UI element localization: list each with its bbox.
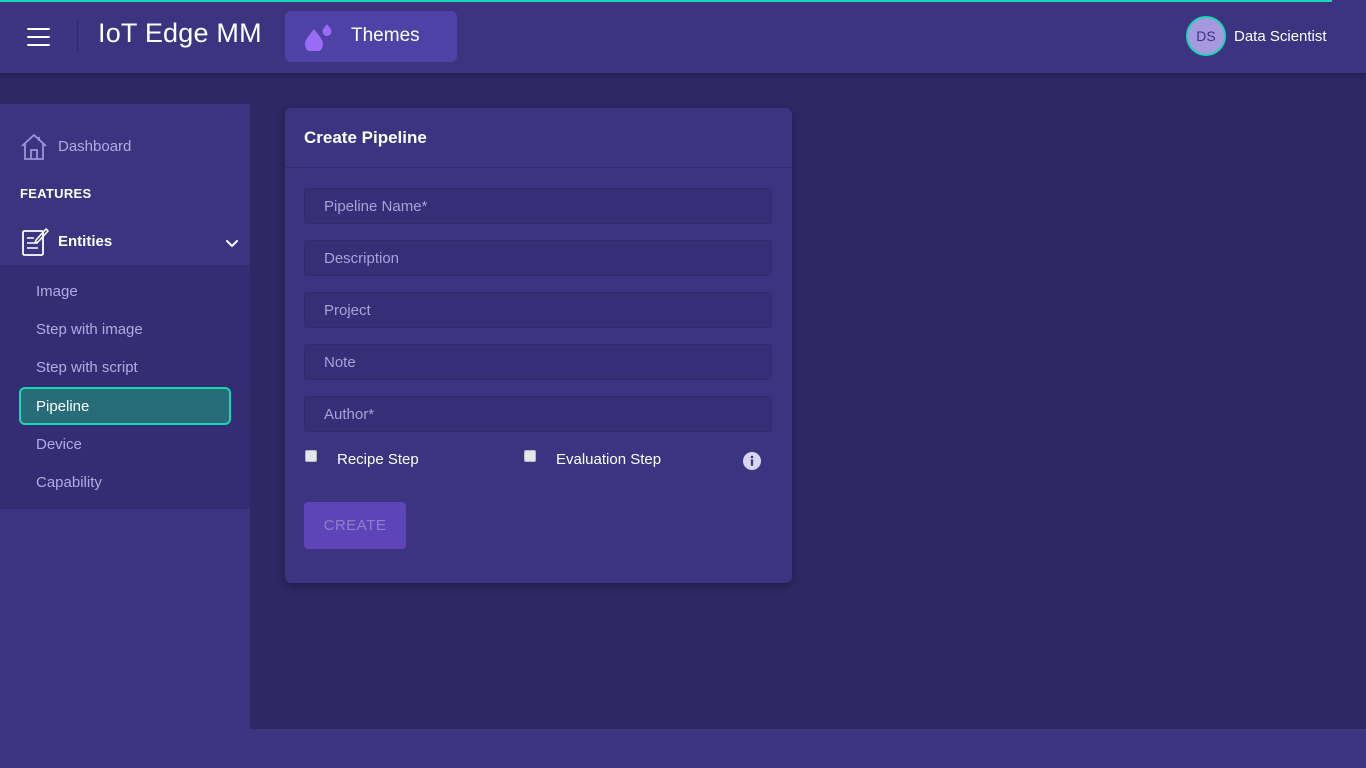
recipe-step-checkbox[interactable] (305, 450, 317, 462)
project-field[interactable] (304, 292, 772, 328)
user-name: Data Scientist (1234, 27, 1327, 45)
loading-progress-bar (0, 0, 1332, 2)
sidebar-item-image[interactable]: Image (36, 283, 78, 300)
features-heading: FEATURES (20, 186, 92, 201)
sidebar-item-entities[interactable]: Entities (0, 222, 250, 264)
header-divider (77, 20, 78, 52)
sidebar: Dashboard FEATURES Entities Image Step w… (0, 104, 250, 768)
user-menu[interactable]: DS Data Scientist (1186, 16, 1327, 56)
note-field[interactable] (304, 344, 772, 380)
sidebar-item-step-with-script[interactable]: Step with script (36, 359, 138, 376)
create-button[interactable]: CREATE (304, 502, 406, 549)
themes-button[interactable]: Themes (285, 11, 457, 62)
sidebar-item-label: Dashboard (58, 138, 132, 155)
evaluation-step-checkbox[interactable] (524, 450, 536, 462)
card-divider (285, 167, 792, 168)
sidebar-item-step-with-image[interactable]: Step with image (36, 321, 143, 338)
sidebar-item-device[interactable]: Device (36, 436, 82, 453)
author-field[interactable] (304, 396, 772, 432)
themes-label: Themes (351, 25, 420, 46)
entities-submenu: Image Step with image Step with script P… (0, 265, 250, 509)
sidebar-item-dashboard[interactable]: Dashboard (0, 130, 250, 164)
pipeline-name-field[interactable] (304, 188, 772, 224)
step-type-options: Recipe Step Evaluation Step (304, 449, 772, 471)
droplets-icon (304, 21, 334, 56)
page-title: Create Pipeline (304, 128, 427, 147)
footer-bar (250, 729, 1366, 768)
create-pipeline-card: Create Pipeline Recipe Step Evaluation S… (285, 108, 792, 583)
edit-document-icon (21, 226, 49, 263)
sidebar-item-label: Entities (58, 233, 113, 250)
info-icon[interactable] (743, 452, 761, 475)
sidebar-item-pipeline[interactable]: Pipeline (19, 387, 231, 425)
hamburger-icon[interactable] (27, 28, 50, 46)
recipe-step-label: Recipe Step (337, 451, 419, 468)
app-title: IoT Edge MM (98, 18, 262, 48)
top-header: IoT Edge MM Themes DS Data Scientist (0, 0, 1366, 73)
evaluation-step-label: Evaluation Step (556, 451, 662, 468)
avatar: DS (1186, 16, 1226, 56)
description-field[interactable] (304, 240, 772, 276)
chevron-down-icon (225, 236, 239, 254)
sidebar-item-capability[interactable]: Capability (36, 474, 102, 491)
home-icon (20, 132, 48, 167)
